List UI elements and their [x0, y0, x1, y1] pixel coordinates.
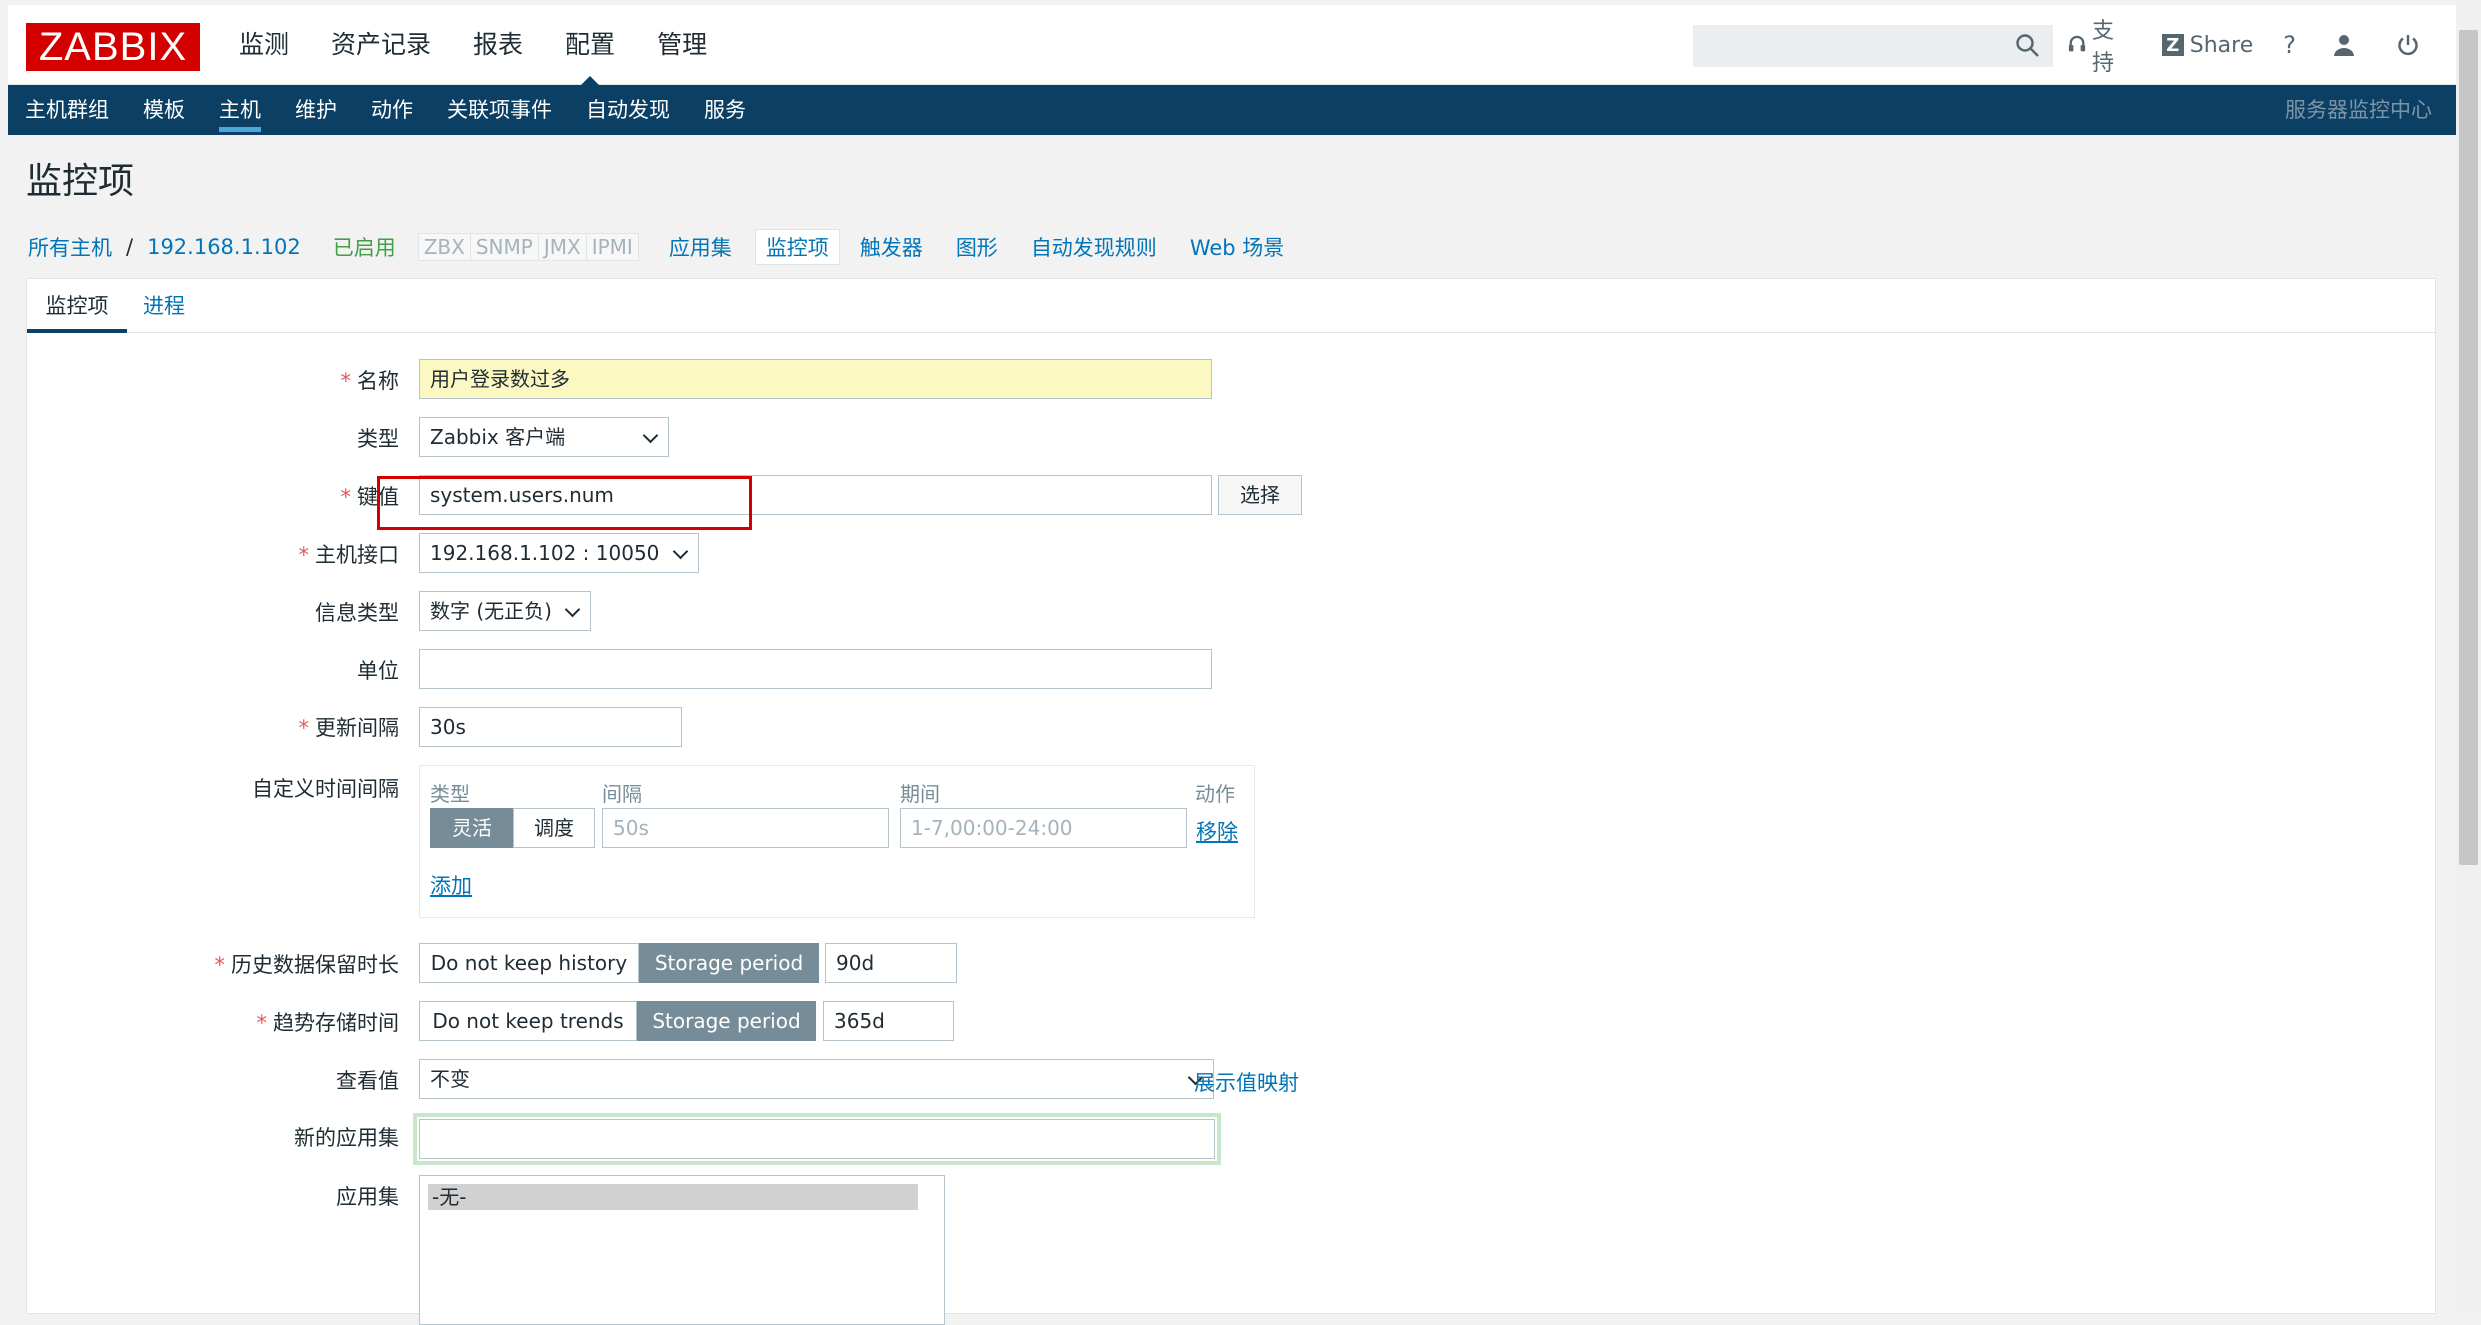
- user-icon: [2334, 35, 2354, 56]
- subnav-correlation[interactable]: 关联项事件: [430, 85, 569, 135]
- help-button[interactable]: ?: [2283, 31, 2296, 59]
- zabbix-logo[interactable]: ZABBIX: [26, 23, 200, 71]
- highlight-box: [377, 476, 752, 530]
- header-tools: 支持 Z Share ?: [2068, 5, 2456, 85]
- power-icon: [2398, 35, 2418, 56]
- headset-icon: [2068, 35, 2086, 52]
- share-label: Share: [2189, 32, 2254, 58]
- search-input[interactable]: [1693, 25, 2053, 67]
- subnav-maintenance[interactable]: 维护: [278, 85, 354, 135]
- history-label: * 历史数据保留时长: [214, 953, 400, 977]
- breadcrumb-host[interactable]: 192.168.1.102: [147, 235, 301, 259]
- host-tab-graphs[interactable]: 图形: [956, 232, 998, 262]
- nav-inventory[interactable]: 资产记录: [310, 5, 452, 85]
- interval-input[interactable]: 30s: [419, 707, 682, 747]
- support-label: 支持: [2092, 19, 2115, 76]
- host-tab-discovery-rules[interactable]: 自动发现规则: [1031, 232, 1157, 262]
- nav-configuration[interactable]: 配置: [544, 5, 636, 85]
- history-do-not-keep[interactable]: Do not keep history: [419, 943, 639, 983]
- flexible-toggle[interactable]: 灵活: [430, 808, 514, 848]
- host-status[interactable]: 已启用: [333, 232, 396, 262]
- breadcrumb-separator: /: [126, 235, 134, 259]
- breadcrumb-all-hosts[interactable]: 所有主机: [28, 232, 112, 262]
- trends-storage-period[interactable]: Storage period: [637, 1001, 816, 1041]
- subnav-discovery[interactable]: 自动发现: [569, 85, 687, 135]
- units-input[interactable]: [419, 649, 1212, 689]
- history-storage-period[interactable]: Storage period: [639, 943, 819, 983]
- application-option[interactable]: -无-: [428, 1184, 918, 1210]
- custom-intervals-box: 类型 间隔 期间 动作 灵活 调度 50s 1-7,00:00-24:00 移除…: [419, 765, 1255, 918]
- nav-administration[interactable]: 管理: [636, 5, 728, 85]
- interface-select[interactable]: 192.168.1.102 : 10050: [419, 533, 699, 573]
- nav-reports[interactable]: 报表: [452, 5, 544, 85]
- units-label: 单位: [357, 659, 399, 683]
- subnav-hosts[interactable]: 主机: [202, 85, 278, 135]
- history-input[interactable]: 90d: [825, 943, 957, 983]
- key-select-button[interactable]: 选择: [1218, 475, 1302, 515]
- interface-label: * 主机接口: [298, 543, 400, 567]
- custom-interval-input[interactable]: 50s: [602, 808, 889, 848]
- header-interval: 间隔: [602, 782, 642, 806]
- valuemap-label: 查看值: [336, 1069, 399, 1093]
- host-tab-web-scenarios[interactable]: Web 场景: [1190, 232, 1284, 262]
- name-label: * 名称: [340, 369, 400, 393]
- main-nav: 监测 资产记录 报表 配置 管理: [218, 5, 728, 85]
- badge-snmp: SNMP: [470, 234, 539, 260]
- badge-zbx: ZBX: [418, 234, 471, 260]
- host-tab-triggers[interactable]: 触发器: [860, 232, 923, 262]
- show-value-mappings-link[interactable]: 展示值映射: [1194, 1067, 1299, 1097]
- host-tab-applications[interactable]: 应用集: [669, 232, 732, 262]
- trends-input[interactable]: 365d: [823, 1001, 954, 1041]
- header-type: 类型: [430, 782, 470, 806]
- badge-ipmi: IPMI: [586, 234, 638, 260]
- badge-jmx: JMX: [538, 234, 587, 260]
- type-select[interactable]: Zabbix 客户端: [419, 417, 669, 457]
- sub-nav: 主机群组 模板 主机 维护 动作 关联项事件 自动发现 服务 服务器监控中心: [8, 85, 2456, 135]
- profile-button[interactable]: [2332, 33, 2362, 57]
- info-type-select[interactable]: 数字 (无正负): [419, 591, 591, 631]
- search-icon[interactable]: [2014, 32, 2042, 60]
- subnav-services[interactable]: 服务: [687, 85, 763, 135]
- logout-button[interactable]: [2396, 33, 2426, 57]
- new-app-field[interactable]: [419, 1119, 1215, 1159]
- valuemap-select[interactable]: 不变: [419, 1059, 1214, 1099]
- add-interval-link[interactable]: 添加: [430, 870, 472, 900]
- host-nav: 所有主机 / 192.168.1.102 已启用 ZBX SNMP JMX IP…: [28, 229, 1317, 265]
- remove-interval-link[interactable]: 移除: [1196, 816, 1238, 846]
- applications-listbox[interactable]: -无-: [419, 1175, 945, 1325]
- page-title: 监控项: [26, 161, 135, 202]
- scheduling-toggle[interactable]: 调度: [513, 808, 595, 848]
- header-action: 动作: [1195, 782, 1235, 806]
- form-tab-item[interactable]: 监控项: [27, 279, 127, 333]
- info-type-label: 信息类型: [315, 601, 399, 625]
- form-tabs: 监控项 进程: [27, 279, 2435, 333]
- type-label: 类型: [357, 427, 399, 451]
- server-name-label: 服务器监控中心: [2285, 98, 2432, 122]
- share-link[interactable]: Z Share: [2161, 32, 2254, 58]
- custom-intervals-label: 自定义时间间隔: [252, 777, 399, 801]
- host-tab-items[interactable]: 监控项: [754, 229, 840, 265]
- custom-period-input[interactable]: 1-7,00:00-24:00: [900, 808, 1187, 848]
- interval-label: * 更新间隔: [298, 716, 400, 740]
- trends-label: * 趋势存储时间: [256, 1011, 400, 1035]
- name-input[interactable]: 用户登录数过多: [419, 359, 1212, 399]
- subnav-templates[interactable]: 模板: [126, 85, 202, 135]
- subnav-actions[interactable]: 动作: [354, 85, 430, 135]
- help-icon: ?: [2283, 31, 2296, 59]
- item-form: 监控项 进程 * 名称 用户登录数过多 类型 Zabbix 客户端 * 键值 sys…: [26, 278, 2436, 1325]
- top-header: ZABBIX 监测 资产记录 报表 配置 管理 支持 Z Share ?: [8, 5, 2456, 85]
- trends-do-not-keep[interactable]: Do not keep trends: [419, 1001, 637, 1041]
- availability-badges: ZBX SNMP JMX IPMI: [417, 233, 639, 261]
- header-period: 期间: [900, 782, 940, 806]
- applications-label: 应用集: [336, 1185, 399, 1209]
- support-link[interactable]: 支持: [2068, 13, 2132, 77]
- new-app-input[interactable]: [413, 1113, 1221, 1165]
- nav-monitoring[interactable]: 监测: [218, 5, 310, 85]
- share-icon: Z: [2161, 34, 2184, 56]
- subnav-host-groups[interactable]: 主机群组: [8, 85, 126, 135]
- new-app-label: 新的应用集: [294, 1126, 399, 1150]
- scrollbar-thumb[interactable]: [2459, 30, 2478, 865]
- form-tab-preprocessing[interactable]: 进程: [143, 279, 185, 333]
